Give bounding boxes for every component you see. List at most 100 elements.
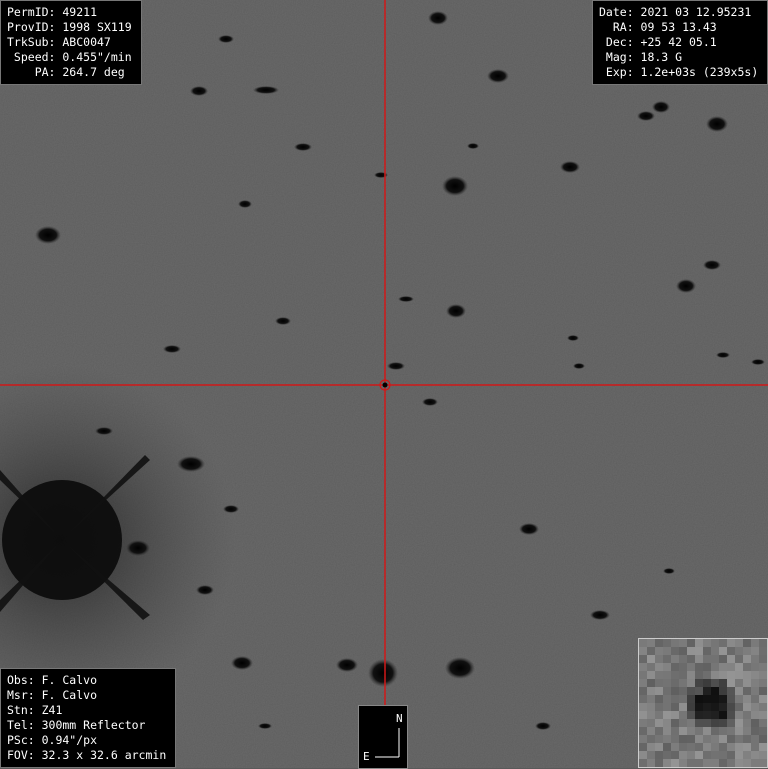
zoom-pixel [647,663,655,671]
zoom-pixel [759,751,767,759]
zoom-pixel [639,759,647,767]
zoom-pixel [735,639,743,647]
zoom-pixel [655,647,663,655]
zoom-pixel [687,687,695,695]
zoom-pixel [679,735,687,743]
star [163,345,181,353]
zoom-pixel [647,743,655,751]
zoom-pixel [727,727,735,735]
zoom-pixel [719,727,727,735]
zoom-pixel [703,663,711,671]
zoom-pixel [687,743,695,751]
zoom-pixel [759,743,767,751]
zoom-pixel [679,671,687,679]
zoom-pixel [647,727,655,735]
zoom-pixel [711,695,719,703]
zoom-pixel [687,727,695,735]
star [637,111,655,121]
zoom-pixel [647,719,655,727]
star [177,456,205,472]
zoom-pixel [751,751,759,759]
zoom-pixel [711,655,719,663]
zoom-pixel [639,671,647,679]
zoom-pixel [743,759,751,767]
zoom-pixel [671,663,679,671]
observer-info-box: Obs: F. Calvo Msr: F. Calvo Stn: Z41 Tel: 3… [0,668,176,768]
zoom-pixel [639,655,647,663]
zoom-pixel [663,759,671,767]
zoom-pixel [751,655,759,663]
zoom-pixel [743,687,751,695]
star [238,200,252,208]
zoom-pixel [703,735,711,743]
zoom-pixel [751,687,759,695]
zoom-pixel [639,647,647,655]
pa-text: PA: 264.7 deg [7,65,125,79]
star [487,69,509,83]
zoom-pixel [663,671,671,679]
star [676,279,696,293]
zoom-pixel [655,719,663,727]
zoom-pixel [671,639,679,647]
zoom-pixel [703,671,711,679]
zoom-pixel [639,719,647,727]
zoom-pixel [759,655,767,663]
zoom-pixel [687,751,695,759]
star [446,304,466,318]
star [751,359,765,365]
zoom-pixel [695,647,703,655]
zoom-pixel [639,743,647,751]
zoom-pixel [727,743,735,751]
zoom-pixel [735,751,743,759]
zoom-pixel [663,647,671,655]
obs-text: Obs: F. Calvo [7,673,98,687]
zoom-pixel [759,703,767,711]
zoom-pixel [719,735,727,743]
zoom-pixel [663,727,671,735]
zoom-pixel [655,655,663,663]
zoom-pixel [663,711,671,719]
zoom-pixel [647,679,655,687]
zoom-pixel [663,679,671,687]
zoom-pixel [743,711,751,719]
zoom-pixel [735,695,743,703]
zoom-pixel [719,711,727,719]
zoom-pixel [703,647,711,655]
zoom-pixel [727,647,735,655]
zoom-pixel [679,751,687,759]
zoom-pixel [663,655,671,663]
target-zoom-thumbnail [638,638,768,768]
zoom-pixel [687,703,695,711]
zoom-pixel [711,751,719,759]
zoom-pixel [671,719,679,727]
zoom-pixel [751,671,759,679]
zoom-pixel [751,663,759,671]
star [716,352,730,358]
date-text: Date: 2021 03 12.95231 [599,5,752,19]
zoom-pixel [647,751,655,759]
zoom-pixel [711,703,719,711]
zoom-pixel [655,751,663,759]
zoom-pixel [751,703,759,711]
zoom-pixel [647,671,655,679]
zoom-pixel [719,759,727,767]
speed-text: Speed: 0.455"/min [7,50,132,64]
zoom-pixel [639,687,647,695]
zoom-pixel [735,655,743,663]
star [294,143,312,151]
zoom-pixel [687,679,695,687]
zoom-pixel [647,687,655,695]
zoom-pixel [679,663,687,671]
zoom-pixel [703,703,711,711]
ra-text: RA: 09 53 13.43 [599,20,717,34]
zoom-pixel [711,647,719,655]
star [398,296,414,302]
zoom-pixel [639,735,647,743]
zoom-pixel [703,695,711,703]
zoom-pixel [671,647,679,655]
zoom-pixel [655,695,663,703]
zoom-pixel [663,743,671,751]
zoom-pixel [735,711,743,719]
zoom-pixel [679,727,687,735]
zoom-pixel [743,679,751,687]
